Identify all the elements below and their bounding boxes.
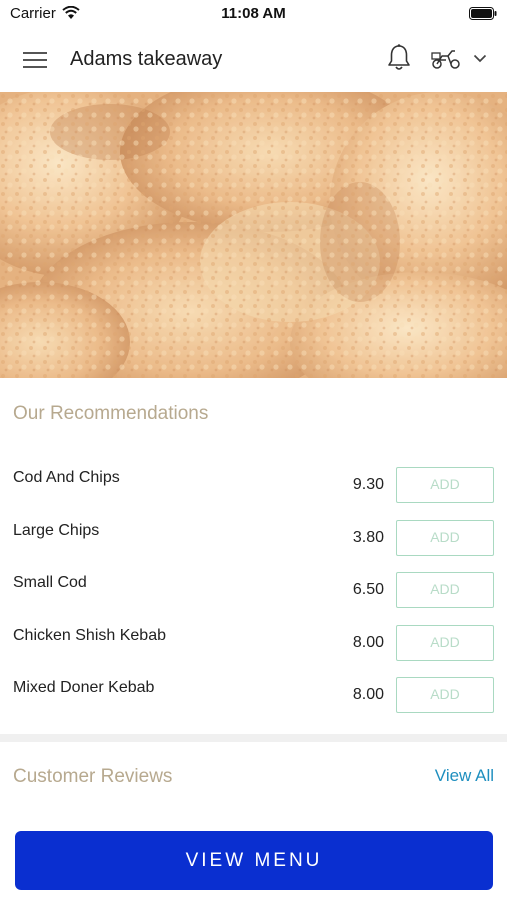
recommendation-item: Cod And Chips 9.30 ADD	[0, 460, 507, 512]
add-button[interactable]: ADD	[396, 572, 494, 608]
item-name: Cod And Chips	[13, 469, 120, 486]
recommendation-item: Mixed Doner Kebab 8.00 ADD	[0, 670, 507, 722]
recommendation-item: Chicken Shish Kebab 8.00 ADD	[0, 618, 507, 670]
add-button[interactable]: ADD	[396, 467, 494, 503]
recommendations-title: Our Recommendations	[13, 403, 209, 424]
item-name: Mixed Doner Kebab	[13, 679, 155, 696]
hero-food-image	[0, 92, 507, 378]
item-price: 6.50	[352, 581, 384, 598]
item-price: 3.80	[352, 529, 384, 546]
item-price: 9.30	[352, 476, 384, 493]
item-name: Small Cod	[13, 574, 87, 591]
view-menu-button[interactable]: VIEW MENU	[15, 831, 493, 890]
view-all-link[interactable]: View All	[435, 766, 494, 786]
status-time: 11:08 AM	[221, 5, 286, 22]
reviews-title: Customer Reviews	[13, 766, 173, 787]
item-name: Chicken Shish Kebab	[13, 627, 166, 644]
add-button[interactable]: ADD	[396, 520, 494, 556]
status-bar: Carrier 11:08 AM	[0, 0, 507, 28]
add-button[interactable]: ADD	[396, 625, 494, 661]
menu-icon[interactable]	[23, 50, 48, 70]
page-title: Adams takeaway	[70, 48, 223, 70]
battery-icon	[469, 7, 497, 20]
chevron-down-icon[interactable]	[473, 54, 487, 63]
add-button[interactable]: ADD	[396, 677, 494, 713]
item-name: Large Chips	[13, 522, 100, 539]
item-price: 8.00	[352, 686, 384, 703]
item-price: 8.00	[352, 634, 384, 651]
recommendation-item: Large Chips 3.80 ADD	[0, 513, 507, 565]
app-header: Adams takeaway	[0, 28, 507, 92]
bell-icon[interactable]	[386, 43, 412, 73]
scooter-icon[interactable]	[431, 48, 461, 70]
recommendation-item: Small Cod 6.50 ADD	[0, 565, 507, 617]
section-divider	[0, 734, 507, 742]
